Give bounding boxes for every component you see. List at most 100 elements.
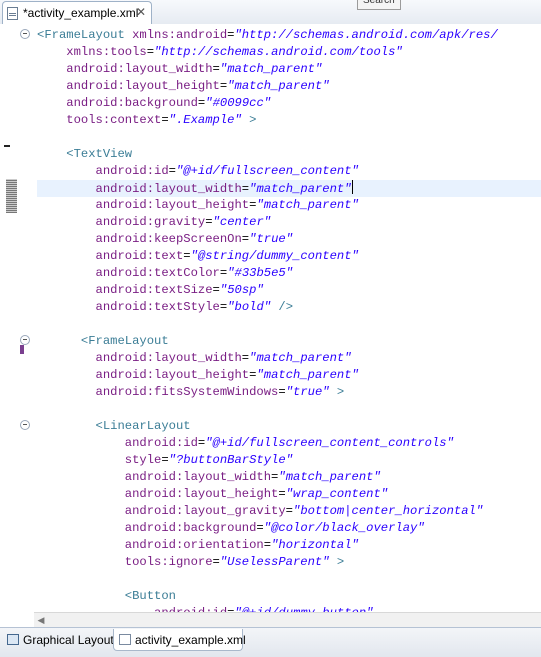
- code-token: =: [285, 504, 293, 518]
- xml-attribute: android:layout_height: [124, 487, 279, 501]
- code-line[interactable]: <FrameLayout xmlns:android="http://schem…: [37, 27, 541, 44]
- xml-attribute: android:keepScreenOn: [95, 232, 242, 246]
- xml-attribute: android:text: [95, 249, 184, 263]
- code-line[interactable]: android:layout_width="match_parent": [37, 180, 541, 197]
- code-token: =: [161, 453, 169, 467]
- xml-value: "bottom|center_horizontal": [293, 504, 484, 518]
- xml-tag: >: [241, 113, 257, 127]
- code-line[interactable]: android:background="#0099cc": [37, 95, 541, 112]
- xml-value: "center": [212, 215, 272, 229]
- code-line[interactable]: style="?buttonBarStyle": [37, 452, 541, 469]
- tab-graphical-layout[interactable]: Graphical Layout: [2, 629, 114, 651]
- xml-value: "match_parent": [256, 368, 359, 382]
- fold-toggle-icon[interactable]: [20, 335, 30, 345]
- fold-toggle-icon[interactable]: [20, 29, 30, 39]
- xml-attribute: xmlns:android: [132, 28, 228, 42]
- fold-toggle-icon[interactable]: [20, 420, 30, 430]
- tab-label: activity_example.xml: [135, 633, 246, 647]
- code-line[interactable]: android:gravity="center": [37, 214, 541, 231]
- code-token: =: [146, 45, 155, 59]
- code-line[interactable]: [37, 316, 541, 333]
- xml-value: "match_parent": [227, 79, 330, 93]
- code-line[interactable]: <TextView: [37, 146, 541, 163]
- xml-file-icon: [119, 634, 131, 645]
- code-line[interactable]: <LinearLayout: [37, 418, 541, 435]
- xml-value: "true": [249, 232, 294, 246]
- xml-value: "?buttonBarStyle": [168, 453, 294, 467]
- code-line[interactable]: xmlns:tools="http://schemas.android.com/…: [37, 44, 541, 61]
- code-line[interactable]: <Button: [37, 588, 541, 605]
- xml-attribute: android:textSize: [95, 283, 213, 297]
- code-line[interactable]: android:text="@string/dummy_content": [37, 248, 541, 265]
- code-line[interactable]: <FrameLayout: [37, 333, 541, 350]
- code-line[interactable]: android:layout_height="match_parent": [37, 367, 541, 384]
- code-line[interactable]: [37, 571, 541, 588]
- code-text[interactable]: <FrameLayout xmlns:android="http://schem…: [37, 27, 541, 612]
- code-line[interactable]: android:id="@+id/dummy_button": [37, 605, 541, 612]
- current-line-marker: [6, 179, 17, 213]
- tab-xml-source[interactable]: activity_example.xml: [113, 629, 246, 651]
- folding-gutter: [17, 24, 37, 612]
- code-line[interactable]: android:textSize="50sp": [37, 282, 541, 299]
- code-token: =: [168, 164, 176, 178]
- code-line[interactable]: android:layout_width="match_parent": [37, 469, 541, 486]
- code-line[interactable]: android:layout_height="wrap_content": [37, 486, 541, 503]
- code-line[interactable]: android:id="@+id/fullscreen_content": [37, 163, 541, 180]
- xml-attribute: android:layout_width: [95, 351, 242, 365]
- code-line[interactable]: [37, 129, 541, 146]
- scroll-left-icon[interactable]: ◀: [34, 614, 48, 626]
- code-line[interactable]: android:background="@color/black_overlay…: [37, 520, 541, 537]
- xml-value: "@color/black_overlay": [263, 521, 425, 535]
- xml-value: "horizontal": [271, 538, 359, 552]
- change-marker: [4, 145, 10, 147]
- code-line[interactable]: android:layout_height="match_parent": [37, 78, 541, 95]
- code-line[interactable]: android:layout_gravity="bottom|center_ho…: [37, 503, 541, 520]
- xml-tag: <TextView: [66, 147, 133, 161]
- code-token: =: [278, 385, 286, 399]
- xml-tag: />: [271, 300, 294, 314]
- code-line[interactable]: android:id="@+id/fullscreen_content_cont…: [37, 435, 541, 452]
- editor-tab-activity-example[interactable]: *activity_example.xml ✕: [2, 1, 152, 24]
- xml-attribute: android:layout_width: [124, 470, 272, 484]
- xml-attribute: android:id: [95, 164, 169, 178]
- xml-code-editor[interactable]: <FrameLayout xmlns:android="http://schem…: [0, 24, 541, 612]
- code-line[interactable]: [37, 401, 541, 418]
- xml-attribute: xmlns:tools: [66, 45, 147, 59]
- code-line[interactable]: tools:context=".Example" >: [37, 112, 541, 129]
- code-line[interactable]: android:fitsSystemWindows="true" >: [37, 384, 541, 401]
- code-line[interactable]: android:layout_width="match_parent": [37, 350, 541, 367]
- code-token: =: [263, 538, 272, 552]
- code-line[interactable]: android:textColor="#33b5e5": [37, 265, 541, 282]
- code-token: =: [212, 283, 220, 297]
- close-icon[interactable]: ✕: [136, 5, 146, 19]
- code-line[interactable]: android:orientation="horizontal": [37, 537, 541, 554]
- xml-tag: >: [329, 555, 345, 569]
- code-token: =: [256, 521, 264, 535]
- xml-file-icon: [7, 7, 18, 20]
- xml-attribute: style: [124, 453, 162, 467]
- xml-value: "true": [285, 385, 330, 399]
- xml-value: "match_parent": [249, 182, 352, 196]
- horizontal-scrollbar[interactable]: ◀: [34, 612, 541, 627]
- xml-attribute: android:layout_height: [95, 368, 250, 382]
- code-line[interactable]: android:layout_width="match_parent": [37, 61, 541, 78]
- code-line[interactable]: tools:ignore="UselessParent" >: [37, 554, 541, 571]
- code-line[interactable]: android:textStyle="bold" />: [37, 299, 541, 316]
- code-line[interactable]: android:layout_height="match_parent": [37, 197, 541, 214]
- code-line[interactable]: android:keepScreenOn="true": [37, 231, 541, 248]
- xml-attribute: android:id: [124, 436, 198, 450]
- xml-attribute: tools:ignore: [124, 555, 213, 569]
- xml-attribute: android:textStyle: [95, 300, 220, 314]
